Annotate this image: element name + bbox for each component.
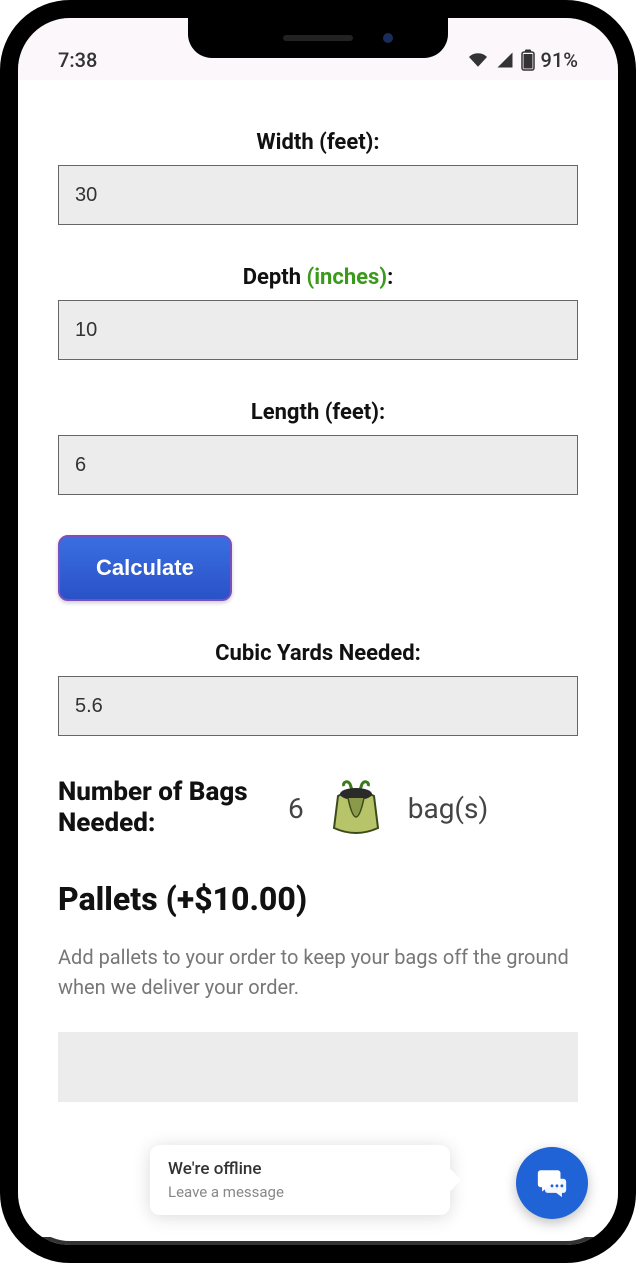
- bag-icon: [324, 776, 388, 840]
- status-right: 91%: [467, 48, 578, 72]
- cubic-output: [58, 676, 578, 736]
- pallets-heading: Pallets (+$10.00): [58, 880, 578, 918]
- chat-subtitle: Leave a message: [168, 1183, 432, 1201]
- battery-icon: [521, 49, 535, 71]
- status-battery: 91%: [541, 48, 578, 72]
- cubic-label: Cubic Yards Needed:: [58, 641, 578, 666]
- device-notch: [188, 18, 448, 58]
- phone-frame: 7:38 91% Width (feet): Depth (inches): L…: [0, 0, 636, 1263]
- speaker-slot: [283, 35, 353, 41]
- chat-fab-button[interactable]: [516, 1147, 588, 1219]
- bags-result-unit: bag(s): [408, 792, 488, 825]
- depth-label-main: Depth: [243, 265, 307, 290]
- depth-label-unit: (inches): [307, 265, 388, 290]
- wifi-icon: [467, 51, 489, 69]
- depth-input[interactable]: [58, 300, 578, 360]
- width-label-main: Width: [256, 130, 319, 155]
- length-label: Length (feet):: [58, 400, 578, 425]
- depth-group: Depth (inches):: [58, 265, 578, 360]
- depth-label: Depth (inches):: [58, 265, 578, 290]
- cell-signal-icon: [495, 51, 515, 69]
- calculate-button[interactable]: Calculate: [58, 535, 232, 601]
- chat-widget[interactable]: We're offline Leave a message: [150, 1145, 450, 1215]
- length-label-unit: (feet):: [325, 400, 385, 425]
- cubic-group: Cubic Yards Needed:: [58, 641, 578, 736]
- front-camera: [383, 33, 393, 43]
- length-group: Length (feet):: [58, 400, 578, 495]
- pallets-description: Add pallets to your order to keep your b…: [58, 942, 578, 1002]
- length-input[interactable]: [58, 435, 578, 495]
- chat-icon: [535, 1166, 569, 1200]
- bags-result-count: 6: [288, 792, 304, 825]
- width-group: Width (feet):: [58, 130, 578, 225]
- status-time: 7:38: [58, 48, 97, 72]
- width-label-unit: (feet):: [319, 130, 379, 155]
- chat-title: We're offline: [168, 1159, 432, 1179]
- pallets-input-area[interactable]: [58, 1032, 578, 1102]
- width-input[interactable]: [58, 165, 578, 225]
- page-content: Width (feet): Depth (inches): Length (fe…: [18, 80, 618, 1237]
- width-label: Width (feet):: [58, 130, 578, 155]
- length-label-main: Length: [251, 400, 325, 425]
- depth-label-colon: :: [387, 265, 393, 290]
- bags-result-row: Number of Bags Needed: 6 bag(s): [58, 776, 578, 840]
- bags-result-label: Number of Bags Needed:: [58, 777, 268, 839]
